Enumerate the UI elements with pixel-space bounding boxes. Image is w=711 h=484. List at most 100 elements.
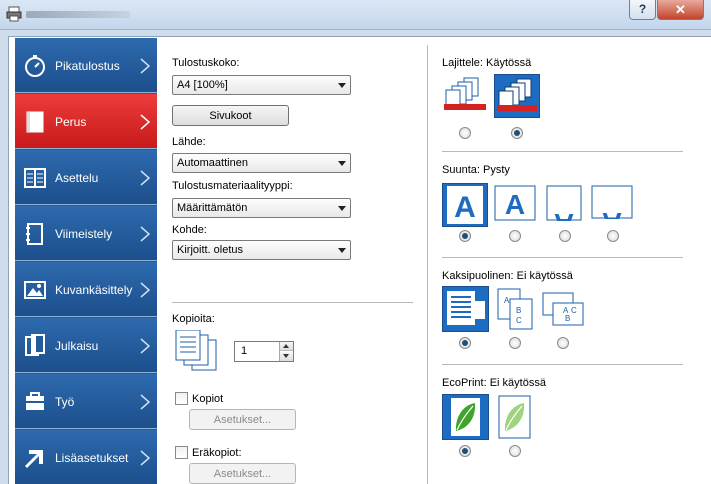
source-label: Lähde:	[172, 136, 206, 148]
collated-icon	[497, 78, 537, 111]
leaf-icon	[451, 398, 480, 436]
help-button[interactable]: ?	[629, 0, 656, 20]
sidebar-item-pikatulostus[interactable]: Pikatulostus	[15, 38, 157, 93]
print-size-select[interactable]: A4 [100%]	[172, 75, 351, 95]
svg-text:A: A	[505, 189, 525, 220]
chevron-right-icon	[140, 226, 151, 242]
collate-tile-on[interactable]	[494, 74, 540, 118]
chevron-right-icon	[140, 58, 151, 74]
document-icon	[26, 111, 44, 133]
copies-stepper[interactable]: 1	[234, 341, 294, 362]
chevron-down-icon	[338, 161, 346, 166]
sidebar: Pikatulostus Perus Asettelu Viimeistely	[15, 38, 157, 484]
chevron-right-icon	[140, 394, 151, 410]
ecoprint-off-radio[interactable]	[459, 445, 471, 457]
page-sizes-button[interactable]: Sivukoot	[172, 105, 289, 126]
destination-value: Kirjoitt. oletus	[177, 244, 244, 256]
duplex-value: Ei käytössä	[516, 270, 573, 282]
orientation-landscape-radio[interactable]	[509, 230, 521, 242]
layout-icon	[24, 168, 46, 188]
destination-select[interactable]: Kirjoitt. oletus	[172, 240, 351, 260]
sidebar-item-perus[interactable]: Perus	[15, 94, 157, 149]
orientation-label: Suunta: Pysty	[442, 164, 510, 176]
duplex-long-edge-radio[interactable]	[509, 337, 521, 349]
media-type-select[interactable]: Määrittämätön	[172, 198, 351, 218]
svg-text:A: A	[554, 208, 574, 221]
source-select[interactable]: Automaattinen	[172, 153, 351, 173]
divider	[172, 302, 413, 303]
title-bar: ? ✕	[0, 0, 711, 30]
arrow-icon	[25, 450, 43, 468]
batch-settings-button[interactable]: Asetukset...	[189, 463, 296, 484]
sidebar-item-tyo[interactable]: Työ	[15, 374, 157, 429]
job-icon	[26, 392, 44, 410]
portrait-icon: A	[447, 186, 483, 224]
orientation-portrait-radio[interactable]	[459, 230, 471, 242]
svg-text:A: A	[454, 191, 476, 224]
print-size-label: Tulostuskoko:	[172, 57, 240, 69]
copies-settings-button[interactable]: Asetukset...	[189, 409, 296, 430]
increment-button[interactable]	[280, 342, 293, 351]
duplex-title: Kaksipuolinen:	[442, 270, 514, 282]
media-type-label: Tulostusmateriaalityyppi:	[172, 180, 293, 192]
divider	[442, 151, 683, 152]
sidebar-item-kuvankasittely[interactable]: Kuvankäsittely	[15, 262, 157, 317]
collate-on-radio[interactable]	[511, 127, 523, 139]
image-icon	[24, 281, 46, 299]
sidebar-item-label: Työ	[55, 395, 75, 409]
decrement-button[interactable]	[280, 352, 293, 361]
duplex-short-edge-radio[interactable]	[557, 337, 569, 349]
orientation-portrait-tile[interactable]: A	[442, 183, 488, 227]
sidebar-item-label: Viimeistely	[55, 227, 113, 241]
finishing-icon	[26, 223, 43, 245]
leaf-light-icon[interactable]	[498, 395, 531, 439]
sidebar-item-label: Pikatulostus	[55, 59, 120, 73]
column-divider	[427, 45, 428, 484]
ecoprint-on-radio[interactable]	[509, 445, 521, 457]
collate-off-radio[interactable]	[459, 127, 471, 139]
chevron-right-icon	[140, 282, 151, 298]
chevron-down-icon	[338, 248, 346, 253]
sidebar-item-label: Kuvankäsittely	[55, 283, 133, 297]
collate-value: Käytössä	[486, 57, 532, 69]
duplex-long-edge-icon[interactable]: A B C	[496, 287, 536, 331]
divider	[442, 257, 683, 258]
chevron-right-icon	[140, 338, 151, 354]
landscape-icon[interactable]: A	[494, 185, 536, 221]
sidebar-item-label: Lisäasetukset	[55, 451, 129, 465]
divider	[442, 364, 683, 365]
orientation-value: Pysty	[482, 164, 510, 176]
ecoprint-off-tile[interactable]	[442, 394, 489, 440]
window-title	[26, 11, 130, 18]
print-size-value: A4 [100%]	[177, 79, 228, 91]
collate-tile-off[interactable]	[442, 74, 488, 118]
copies-checkbox[interactable]	[175, 392, 188, 405]
duplex-short-edge-icon[interactable]: A C B	[541, 287, 585, 331]
svg-text:A: A	[602, 207, 622, 219]
copies-stack-icon	[175, 330, 217, 371]
printer-icon	[6, 6, 22, 22]
stopwatch-icon	[25, 55, 45, 77]
sidebar-item-julkaisu[interactable]: Julkaisu	[15, 318, 157, 373]
sidebar-item-asettelu[interactable]: Asettelu	[15, 150, 157, 205]
portrait-rotated-icon[interactable]: A	[546, 185, 582, 221]
duplex-label: Kaksipuolinen: Ei käytössä	[442, 270, 573, 282]
collate-title: Lajittele:	[442, 57, 483, 69]
chevron-down-icon	[338, 83, 346, 88]
batch-copies-checkbox[interactable]	[175, 446, 188, 459]
chevron-down-icon	[338, 206, 346, 211]
orientation-landscape-rotated-radio[interactable]	[607, 230, 619, 242]
landscape-rotated-icon[interactable]: A	[591, 185, 633, 219]
copies-checkbox-label: Kopiot	[192, 393, 224, 405]
sidebar-item-lisaasetukset[interactable]: Lisäasetukset	[15, 430, 157, 484]
close-button[interactable]: ✕	[657, 0, 704, 20]
uncollated-icon	[444, 77, 486, 110]
media-type-value: Määrittämätön	[177, 202, 248, 214]
sidebar-item-label: Julkaisu	[55, 339, 99, 353]
sidebar-item-viimeistely[interactable]: Viimeistely	[15, 206, 157, 261]
duplex-off-tile[interactable]	[442, 286, 489, 332]
publishing-icon	[25, 334, 45, 356]
chevron-right-icon	[140, 114, 151, 130]
duplex-off-radio[interactable]	[459, 337, 471, 349]
orientation-portrait-rotated-radio[interactable]	[559, 230, 571, 242]
